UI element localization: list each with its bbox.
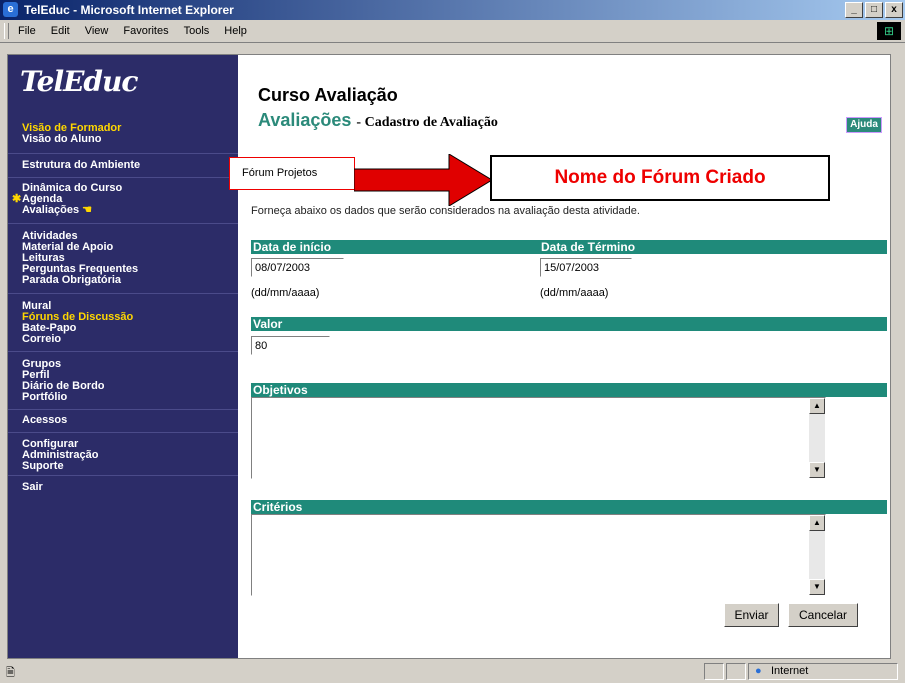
scroll-up-icon[interactable]: ▲ [809, 398, 825, 414]
teleduc-logo: TelEduc [20, 65, 138, 98]
sidebar-divider [8, 153, 238, 154]
end-date-input[interactable]: 15/07/2003 [540, 258, 632, 277]
sidebar: TelEduc Visão de Formador Visão do Aluno… [8, 55, 238, 658]
page-content: TelEduc Visão de Formador Visão do Aluno… [7, 54, 891, 659]
sidebar-divider [8, 293, 238, 294]
page-subtitle: - Cadastro de Avaliação [356, 115, 498, 130]
main-panel: Curso Avaliação Avaliações - Cadastro de… [229, 55, 890, 658]
objectives-label: Objetivos [253, 383, 308, 397]
start-date-label: Data de início [253, 240, 332, 254]
start-date-input[interactable]: 08/07/2003 [251, 258, 344, 277]
criteria-scrollbar[interactable]: ▲ ▼ [809, 515, 825, 595]
zone-cell: ● Internet [748, 663, 898, 680]
scroll-down-icon[interactable]: ▼ [809, 462, 825, 478]
sidebar-divider [8, 351, 238, 352]
page-title: Avaliações - Cadastro de Avaliação [258, 110, 498, 131]
sidebar-item-sair[interactable]: Sair [22, 482, 43, 493]
sidebar-divider [8, 409, 238, 410]
cancel-button[interactable]: Cancelar [788, 603, 858, 627]
sidebar-divider [8, 475, 238, 476]
ie-icon: e [3, 2, 18, 17]
course-title: Curso Avaliação [258, 85, 398, 105]
sidebar-divider [8, 223, 238, 224]
minimize-button[interactable]: _ [845, 2, 863, 18]
objectives-scrollbar[interactable]: ▲ ▼ [809, 398, 825, 478]
sidebar-item-visao-aluno[interactable]: Visão do Aluno [22, 134, 121, 145]
globe-icon: ● [755, 665, 762, 677]
instructions-text: Forneça abaixo os dados que serão consid… [251, 205, 640, 217]
value-header-bar: Valor [251, 317, 887, 331]
zone-label: Internet [771, 665, 809, 677]
sidebar-item-agenda[interactable]: Agenda [22, 193, 62, 205]
status-cell [704, 663, 724, 680]
sidebar-item-avaliacoes[interactable]: Avaliações [22, 204, 79, 216]
red-arrow-icon [354, 154, 493, 206]
sidebar-item-suporte[interactable]: Suporte [22, 461, 98, 472]
pointing-hand-icon: ☚ [82, 204, 93, 216]
menu-tools[interactable]: Tools [184, 25, 210, 37]
help-button[interactable]: Ajuda [846, 117, 882, 133]
status-cell [726, 663, 746, 680]
page-title-text: Avaliações [258, 110, 352, 130]
end-date-label: Data de Término [541, 240, 636, 254]
windows-logo-icon: ⊞ [877, 22, 901, 40]
menu-favorites[interactable]: Favorites [123, 25, 168, 37]
window-title-bar: e TelEduc - Microsoft Internet Explorer … [0, 0, 905, 20]
objectives-header-bar: Objetivos [251, 383, 887, 397]
sidebar-divider [8, 177, 238, 178]
criteria-header-bar: Critérios [251, 500, 887, 514]
forum-name-box: Fórum Projetos [229, 157, 355, 190]
annotation-callout: Nome do Fórum Criado [490, 155, 830, 201]
page-status-icon: 🗎 [6, 667, 15, 679]
bullet-star-icon: ✱ [12, 193, 22, 205]
value-label: Valor [253, 317, 283, 331]
sidebar-item-correio[interactable]: Correio [22, 334, 133, 345]
sidebar-divider [8, 432, 238, 433]
sidebar-item-parada[interactable]: Parada Obrigatória [22, 275, 138, 286]
sidebar-item-portfolio[interactable]: Portfólio [22, 392, 105, 403]
end-date-hint: (dd/mm/aaaa) [540, 287, 609, 299]
menu-bar: File Edit View Favorites Tools Help ⊞ [0, 20, 905, 43]
dates-header-bar: Data de início Data de Término [251, 240, 887, 254]
window-title: TelEduc - Microsoft Internet Explorer [24, 3, 234, 17]
toolbar-grip [4, 23, 9, 39]
start-date-hint: (dd/mm/aaaa) [251, 287, 320, 299]
menu-view[interactable]: View [85, 25, 109, 37]
objectives-textarea[interactable]: ▲ ▼ [251, 397, 826, 479]
maximize-button[interactable]: □ [865, 2, 883, 18]
close-button[interactable]: x [885, 2, 903, 18]
criteria-label: Critérios [253, 500, 303, 514]
status-bar: 🗎 ● Internet [0, 661, 905, 683]
submit-button[interactable]: Enviar [724, 603, 779, 627]
scroll-up-icon[interactable]: ▲ [809, 515, 825, 531]
forum-name: Fórum Projetos [242, 167, 318, 179]
criteria-textarea[interactable]: ▲ ▼ [251, 514, 826, 596]
sidebar-item-acessos[interactable]: Acessos [22, 415, 67, 426]
sidebar-item-estrutura[interactable]: Estrutura do Ambiente [22, 160, 140, 171]
menu-file[interactable]: File [18, 25, 36, 37]
menu-edit[interactable]: Edit [51, 25, 70, 37]
menu-help[interactable]: Help [224, 25, 247, 37]
scroll-down-icon[interactable]: ▼ [809, 579, 825, 595]
value-input[interactable]: 80 [251, 336, 330, 355]
